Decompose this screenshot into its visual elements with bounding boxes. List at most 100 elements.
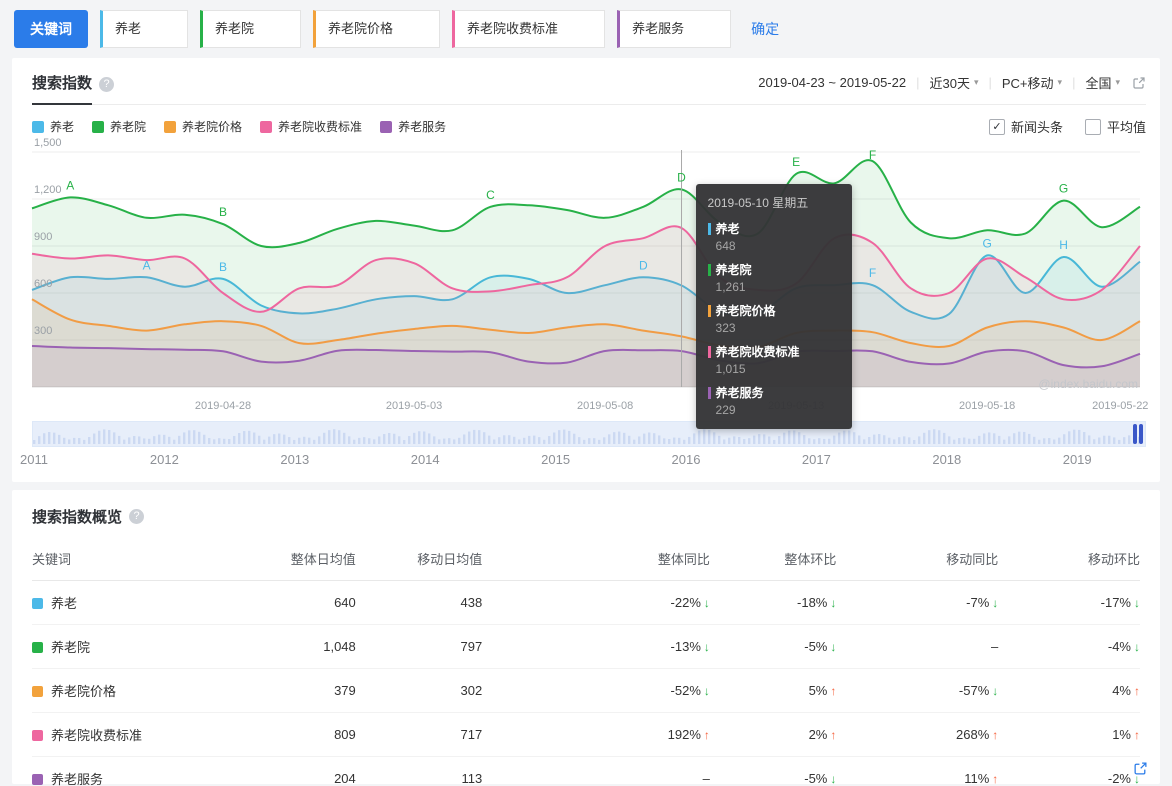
down-arrow-icon: ↓: [1134, 640, 1140, 654]
timeline-sparkline: [33, 429, 1139, 444]
keyword-input-3[interactable]: 养老院价格: [313, 10, 441, 48]
news-marker-G[interactable]: G: [1059, 182, 1068, 196]
avg-value-cell: 204: [264, 756, 356, 786]
keyword-cell: 养老院价格: [32, 668, 265, 713]
region-select[interactable]: 全国 ▾: [1085, 73, 1120, 92]
tooltip-series-marker: [707, 304, 711, 317]
legend-item-3[interactable]: 养老院价格: [164, 118, 242, 135]
legend-label: 养老院价格: [182, 120, 243, 134]
news-marker-C[interactable]: C: [486, 188, 495, 202]
keyword-link[interactable]: 养老院价格: [51, 684, 116, 699]
news-marker-E[interactable]: E: [792, 155, 800, 169]
checkbox-checked-icon: ✓: [988, 118, 1005, 135]
year-label-2011: 2011: [20, 452, 48, 467]
news-marker-G[interactable]: G: [983, 236, 992, 250]
news-headline-checkbox[interactable]: ✓ 新闻头条: [988, 117, 1063, 136]
avg-value-cell: 640: [264, 580, 356, 625]
tooltip-series-name: 养老院收费标准: [715, 345, 800, 359]
tooltip-date: 2019-05-10 星期五: [707, 196, 809, 210]
change-cell: -2% ↓: [998, 756, 1140, 786]
change-value: 2%: [808, 727, 828, 742]
tooltip-item: 养老服务 229: [707, 384, 840, 417]
change-cell: -52% ↓: [482, 668, 710, 713]
news-marker-A[interactable]: A: [66, 178, 74, 192]
news-marker-D[interactable]: D: [677, 170, 686, 184]
average-label: 平均值: [1106, 120, 1146, 135]
tooltip-item: 养老 648: [707, 220, 840, 253]
legend-item-1[interactable]: 养老: [32, 118, 74, 135]
keyword-input-5[interactable]: 养老服务: [617, 10, 732, 48]
avg-value-cell: 809: [264, 712, 356, 757]
tooltip-series-value: 648: [715, 239, 736, 253]
news-marker-A[interactable]: A: [143, 258, 151, 272]
table-header-row: 关键词 整体日均值 移动日均值 整体同比 整体环比 移动同比 移动环比: [32, 537, 1140, 581]
change-cell: -13% ↓: [482, 624, 710, 669]
col-header-2: 整体日均值: [264, 537, 356, 581]
change-cell: -5% ↓: [709, 756, 837, 786]
legend-swatch: [164, 120, 177, 133]
keyword-input-4[interactable]: 养老院收费标准: [452, 10, 606, 48]
legend-swatch: [260, 120, 273, 133]
device-value: PC+移动: [1001, 76, 1054, 91]
news-marker-B[interactable]: B: [219, 260, 227, 274]
date-range-label: 2019-04-23 ~ 2019-05-22: [758, 75, 907, 90]
legend-item-2[interactable]: 养老院: [92, 118, 146, 135]
trend-chart[interactable]: A B C D E F G A B D F G H 300 600 900 1,200 1,500 2019-0…: [31, 137, 1148, 429]
keyword-swatch: [32, 686, 43, 697]
news-marker-H[interactable]: H: [1059, 238, 1068, 252]
tooltip-series-name: 养老: [715, 222, 740, 236]
avg-value-cell: 302: [355, 668, 483, 713]
keyword-input-1[interactable]: 养老: [100, 10, 189, 48]
news-marker-D[interactable]: D: [639, 258, 648, 272]
change-cell: –: [836, 624, 999, 669]
open-in-new-icon[interactable]: [1132, 76, 1146, 90]
change-cell: -22% ↓: [482, 580, 710, 625]
news-marker-F[interactable]: F: [869, 266, 876, 280]
legend-item-4[interactable]: 养老院收费标准: [260, 118, 362, 135]
news-marker-B[interactable]: B: [219, 205, 227, 219]
tooltip-series-value: 323: [715, 321, 736, 335]
legend-label: 养老院收费标准: [278, 120, 363, 134]
change-value: -57%: [958, 683, 990, 698]
change-cell: -7% ↓: [836, 580, 999, 625]
separator: |: [1072, 75, 1076, 90]
down-arrow-icon: ↓: [830, 596, 837, 610]
legend-label: 养老院: [110, 120, 147, 134]
confirm-link[interactable]: 确定: [751, 19, 779, 39]
up-arrow-icon: ↑: [1134, 728, 1140, 742]
table-open-in-new-icon[interactable]: [1133, 761, 1148, 776]
tooltip-series-marker: [707, 386, 711, 399]
help-icon[interactable]: ?: [99, 76, 115, 92]
news-marker-F[interactable]: F: [869, 148, 876, 162]
keyword-link[interactable]: 养老院收费标准: [51, 728, 142, 743]
down-arrow-icon: ↓: [703, 684, 710, 698]
average-checkbox[interactable]: 平均值: [1084, 117, 1146, 136]
timeline-slider[interactable]: [32, 421, 1146, 447]
tab-search-index[interactable]: 搜索指数: [32, 72, 93, 105]
tooltip-items: 养老 648 养老院 1,261 养老院价格 323 养老院收费标准 1,015 养老服务 229: [707, 220, 840, 417]
keyword-cell: 养老服务: [32, 756, 265, 786]
device-select[interactable]: PC+移动 ▾: [1002, 73, 1062, 92]
time-range-value: 近30天: [929, 76, 970, 91]
legend-item-5[interactable]: 养老服务: [380, 118, 446, 135]
overview-help-icon[interactable]: ?: [129, 509, 145, 524]
change-value: 192%: [667, 727, 701, 742]
up-arrow-icon: ↑: [1134, 684, 1140, 698]
keyword-link[interactable]: 养老院: [51, 640, 90, 655]
keyword-link[interactable]: 养老: [51, 596, 77, 611]
legend-label: 养老: [50, 120, 75, 134]
keyword-button[interactable]: 关键词: [14, 10, 88, 48]
tooltip-series-marker: [707, 222, 711, 235]
keyword-link[interactable]: 养老服务: [51, 772, 103, 786]
change-value: –: [991, 639, 999, 654]
year-label-2018: 2018: [932, 452, 962, 467]
down-arrow-icon: ↓: [703, 596, 710, 610]
time-range-select[interactable]: 近30天 ▾: [929, 73, 978, 92]
x-tick-label: 2019-05-22: [1092, 400, 1149, 412]
change-cell: -5% ↓: [709, 624, 837, 669]
keyword-input-2[interactable]: 养老院: [200, 10, 302, 48]
slider-handle[interactable]: [1133, 424, 1143, 444]
keyword-swatch: [32, 642, 43, 653]
tooltip-series-value: 1,261: [715, 280, 746, 294]
y-tick-label: 1,200: [34, 184, 62, 196]
